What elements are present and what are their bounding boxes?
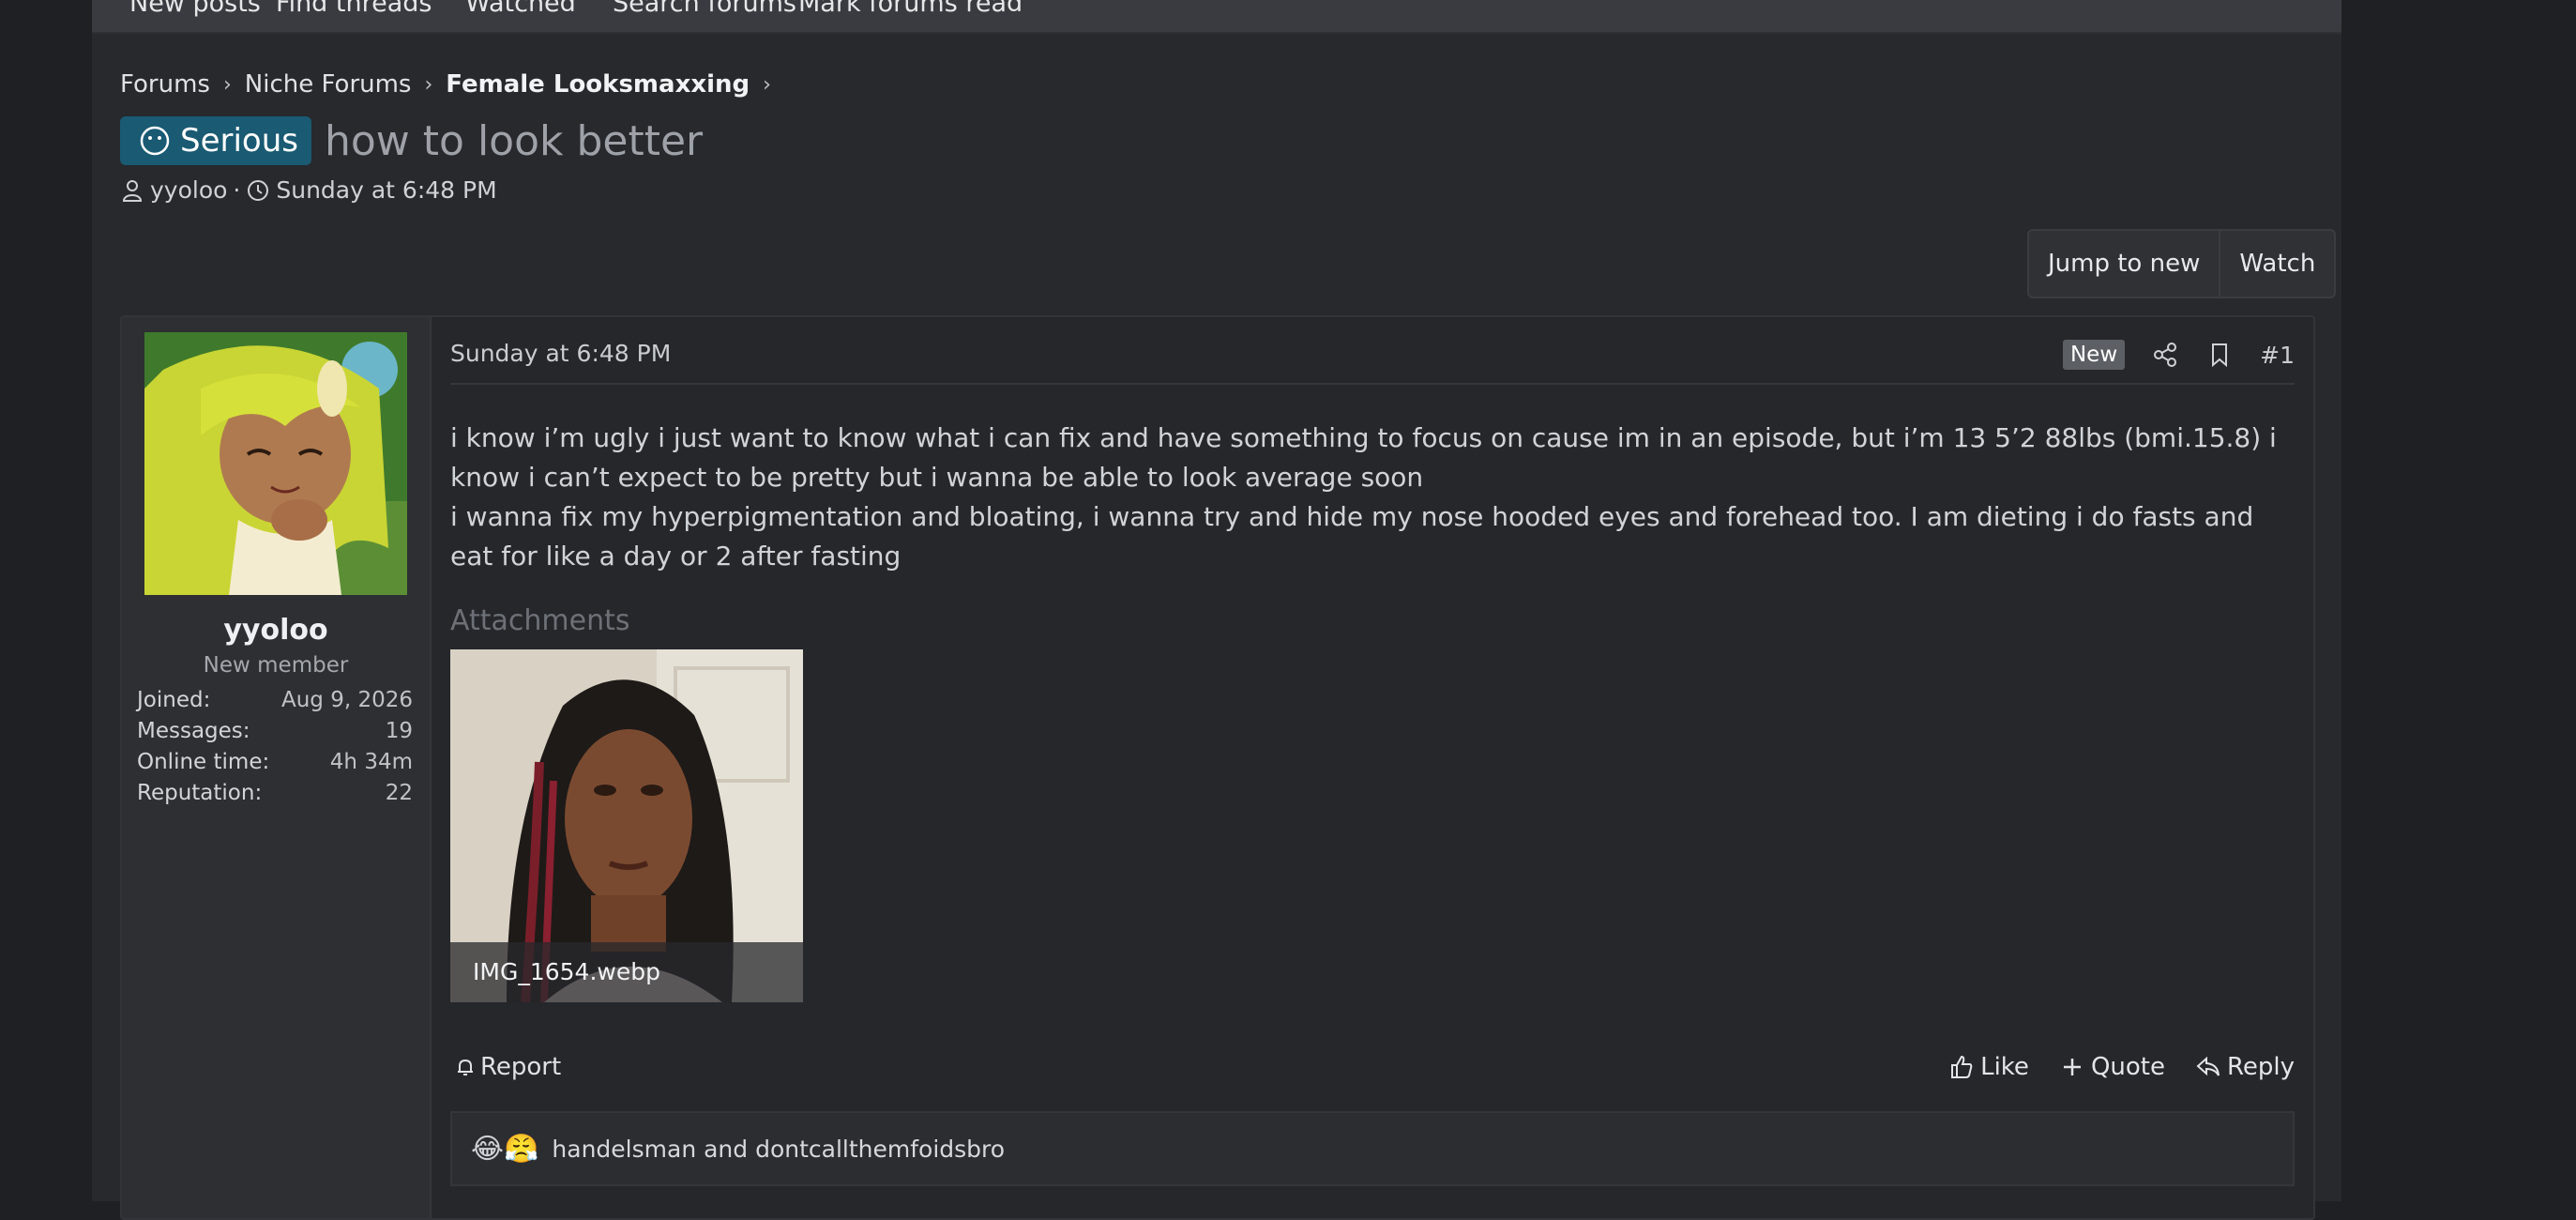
thread-title-row: Serious how to look better	[120, 116, 703, 165]
report-label: Report	[480, 1053, 562, 1081]
breadcrumb-female-looksmaxxing[interactable]: Female Looksmaxxing	[446, 70, 750, 99]
post-footer-actions: Like Quote Reply	[1918, 1053, 2295, 1081]
reactions-bar[interactable]: 😂😤 handelsman and dontcallthemfoidsbro	[450, 1111, 2295, 1186]
breadcrumb-niche-forums[interactable]: Niche Forums	[245, 70, 412, 99]
stat-label: Reputation:	[137, 781, 263, 805]
avatar[interactable]	[144, 332, 407, 595]
reply-label: Reply	[2226, 1053, 2295, 1081]
reply-button[interactable]: Reply	[2195, 1053, 2295, 1081]
bell-icon	[458, 1059, 473, 1075]
stat-label: Joined:	[137, 688, 211, 712]
nav-search-forums[interactable]: Search forums	[613, 0, 796, 18]
new-badge: New	[2062, 340, 2126, 370]
nav-watched[interactable]: Watched	[465, 0, 576, 18]
chevron-right-icon: ›	[424, 72, 433, 97]
stat-value: 4h 34m	[329, 750, 413, 774]
post-body: i know i’m ugly i just want to know what…	[450, 419, 2295, 576]
page-container: New posts Find threads Watched Search fo…	[92, 0, 2341, 1220]
user-title: New member	[203, 653, 349, 678]
breadcrumb: Forums › Niche Forums › Female Looksmaxx…	[120, 68, 784, 101]
thread-meta: yyoloo · Sunday at 6:48 PM	[120, 176, 497, 204]
sub-navbar: New posts Find threads Watched Search fo…	[92, 0, 2341, 34]
stat-value: 22	[385, 781, 413, 805]
attachment-thumbnail[interactable]: IMG_1654.webp	[450, 649, 803, 1002]
chevron-right-icon: ›	[763, 72, 771, 97]
post-header-actions: New #1	[2062, 336, 2295, 374]
user-icon	[122, 179, 143, 202]
watch-button[interactable]: Watch	[2219, 231, 2334, 297]
thread-action-buttons: Jump to new Watch	[2027, 229, 2337, 298]
attachment-filename[interactable]: IMG_1654.webp	[450, 942, 803, 1002]
post-paragraph: i wanna fix my hyperpigmentation and blo…	[450, 501, 2254, 572]
post-header: Sunday at 6:48 PM New #1	[450, 330, 2295, 385]
reaction-emoji-icon: 😂😤	[471, 1132, 539, 1166]
thread-title: how to look better	[325, 116, 704, 165]
stat-reputation: Reputation: 22	[137, 778, 413, 809]
bookmark-icon[interactable]	[2205, 341, 2234, 369]
thread-author[interactable]: yyoloo	[150, 176, 227, 204]
username[interactable]: yyoloo	[122, 614, 430, 647]
chevron-right-icon: ›	[222, 72, 232, 97]
meta-separator: ·	[233, 176, 241, 204]
breadcrumb-forums[interactable]: Forums	[120, 70, 210, 99]
stat-messages: Messages: 19	[137, 716, 413, 747]
stat-value: 19	[385, 719, 413, 743]
thumbs-up-icon	[1951, 1055, 1973, 1078]
stat-online-time: Online time: 4h 34m	[137, 747, 413, 778]
post-footer: Report Like Quote Reply	[450, 1047, 2295, 1094]
post-paragraph: i know i’m ugly i just want to know what…	[450, 422, 2277, 493]
like-label: Like	[1980, 1053, 2029, 1081]
quote-button[interactable]: Quote	[2059, 1053, 2165, 1081]
thread-date[interactable]: Sunday at 6:48 PM	[276, 176, 496, 204]
post-date[interactable]: Sunday at 6:48 PM	[450, 340, 671, 367]
like-button[interactable]: Like	[1948, 1053, 2029, 1081]
plus-icon	[2063, 1059, 2081, 1075]
attachments-label: Attachments	[450, 604, 630, 637]
neutral-face-icon	[140, 126, 170, 156]
reply-icon	[2196, 1056, 2220, 1076]
avatar-image	[144, 332, 407, 595]
post-number[interactable]: #1	[2260, 342, 2295, 369]
jump-to-new-button[interactable]: Jump to new	[2029, 231, 2219, 297]
post-main: Sunday at 6:48 PM New #1 i know i’m ugly…	[450, 317, 2295, 1218]
stat-label: Online time:	[137, 750, 270, 774]
stat-value: Aug 9, 2026	[280, 688, 413, 712]
report-button[interactable]: Report	[454, 1053, 561, 1081]
nav-mark-forums-read[interactable]: Mark forums read	[798, 0, 1023, 18]
quote-label: Quote	[2090, 1053, 2165, 1081]
nav-new-posts[interactable]: New posts	[129, 0, 261, 18]
stat-label: Messages:	[137, 719, 250, 743]
user-stats: Joined: Aug 9, 2026 Messages: 19 Online …	[137, 685, 413, 809]
stat-joined: Joined: Aug 9, 2026	[137, 685, 413, 716]
thread-prefix-label: Serious	[180, 122, 298, 160]
share-icon[interactable]	[2151, 341, 2179, 369]
thread-prefix-badge[interactable]: Serious	[120, 116, 311, 165]
post-container: yyoloo New member Joined: Aug 9, 2026 Me…	[120, 315, 2315, 1220]
nav-find-threads[interactable]: Find threads	[276, 0, 432, 18]
reacted-by-list[interactable]: handelsman and dontcallthemfoidsbro	[552, 1136, 1005, 1163]
clock-icon	[248, 179, 269, 201]
post-user-panel: yyoloo New member Joined: Aug 9, 2026 Me…	[122, 317, 432, 1218]
